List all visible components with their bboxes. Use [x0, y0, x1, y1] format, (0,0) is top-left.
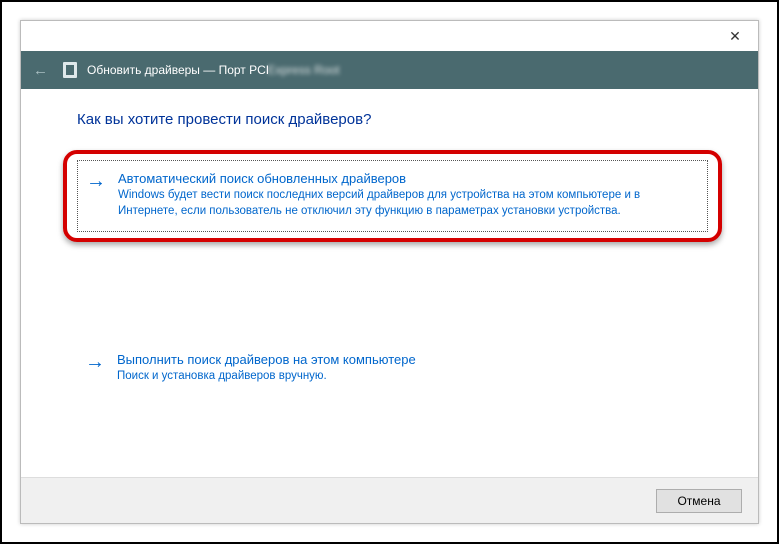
back-arrow-icon[interactable]: ← — [33, 62, 53, 79]
content-area: Как вы хотите провести поиск драйверов? … — [21, 89, 758, 477]
option-manual-body: Выполнить поиск драйверов на этом компью… — [117, 352, 696, 385]
option-auto-title: Автоматический поиск обновленных драйвер… — [118, 171, 695, 186]
option-auto-body: Автоматический поиск обновленных драйвер… — [118, 171, 695, 219]
option-manual-description: Поиск и установка драйверов вручную. — [117, 369, 696, 385]
arrow-right-icon: → — [86, 171, 106, 219]
close-icon: ✕ — [729, 28, 741, 45]
arrow-right-icon: → — [85, 352, 105, 385]
highlighted-option-container: → Автоматический поиск обновленных драйв… — [77, 160, 708, 232]
dialog-footer: Отмена — [21, 477, 758, 523]
dialog-window: ✕ ← Обновить драйверы — Порт PCI Express… — [20, 20, 759, 524]
device-icon — [63, 62, 77, 78]
cancel-button[interactable]: Отмена — [656, 489, 742, 513]
option-manual-title: Выполнить поиск драйверов на этом компью… — [117, 352, 696, 367]
titlebar: ✕ — [21, 21, 758, 51]
option-auto-search[interactable]: → Автоматический поиск обновленных драйв… — [77, 160, 708, 232]
close-button[interactable]: ✕ — [712, 21, 758, 51]
wizard-title: Обновить драйверы — Порт PCI Express Roo… — [87, 63, 340, 77]
page-heading: Как вы хотите провести поиск драйверов? — [77, 111, 708, 128]
option-auto-description: Windows будет вести поиск последних верс… — [118, 188, 695, 219]
wizard-header: ← Обновить драйверы — Порт PCI Express R… — [21, 51, 758, 89]
option-manual-search[interactable]: → Выполнить поиск драйверов на этом комп… — [77, 342, 708, 397]
